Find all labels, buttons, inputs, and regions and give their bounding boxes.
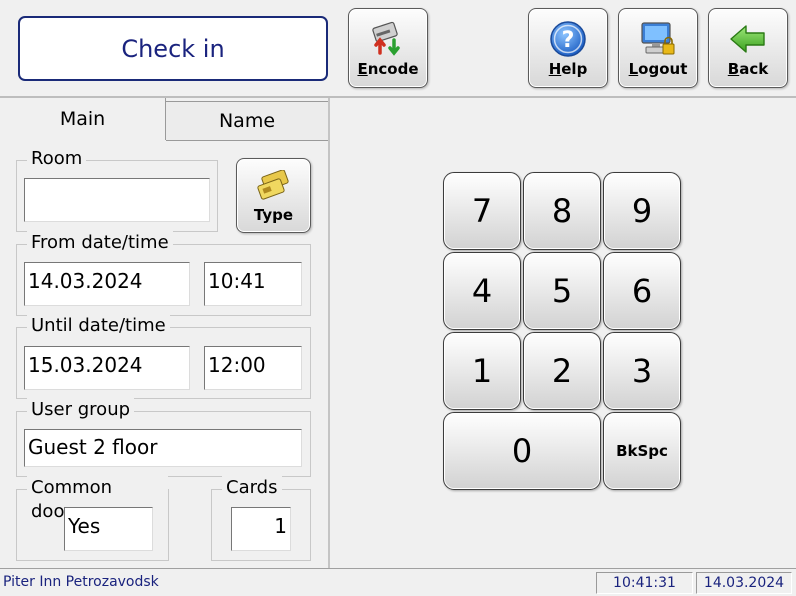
key-4[interactable]: 4 xyxy=(443,252,521,330)
help-button[interactable]: ? Help xyxy=(528,8,608,88)
type-button-label: Type xyxy=(253,206,294,224)
help-question-icon: ? xyxy=(550,21,586,57)
from-date-input[interactable]: 14.03.2024 xyxy=(24,262,190,306)
user-group-label: User group xyxy=(27,398,135,422)
from-time-input[interactable]: 10:41 xyxy=(204,262,302,306)
back-button[interactable]: Back xyxy=(708,8,788,88)
back-arrow-icon xyxy=(730,25,765,53)
svg-text:?: ? xyxy=(562,28,575,53)
page-title-text: Check in xyxy=(121,34,225,63)
key-backspace[interactable]: BkSpc xyxy=(603,412,681,490)
user-group-select[interactable]: Guest 2 floor xyxy=(24,429,302,467)
status-bar: Piter Inn Petrozavodsk 10:41:31 14.03.20… xyxy=(0,568,796,596)
status-time-text: 10:41:31 xyxy=(613,575,676,591)
help-button-label: Help xyxy=(548,60,588,78)
key-5[interactable]: 5 xyxy=(523,252,601,330)
cards-label: Cards xyxy=(222,476,282,500)
room-input[interactable] xyxy=(24,178,210,222)
back-button-label: Back xyxy=(727,60,769,78)
key-0[interactable]: 0 xyxy=(443,412,601,490)
until-time-input[interactable]: 12:00 xyxy=(204,346,302,390)
key-3[interactable]: 3 xyxy=(603,332,681,410)
status-date: 14.03.2024 xyxy=(696,572,792,594)
tab-name-label: Name xyxy=(218,110,276,132)
logout-button-label: Logout xyxy=(628,60,688,78)
logout-computer-lock-icon xyxy=(641,22,675,55)
until-datetime-label: Until date/time xyxy=(27,314,170,338)
tab-name[interactable]: Name xyxy=(166,101,328,141)
encode-button[interactable]: Encode xyxy=(348,8,428,88)
room-label: Room xyxy=(27,147,87,171)
status-hotel-name: Piter Inn Petrozavodsk xyxy=(3,574,159,590)
from-datetime-label: From date/time xyxy=(27,231,173,255)
tab-main-label: Main xyxy=(59,108,106,130)
key-8[interactable]: 8 xyxy=(523,172,601,250)
type-button[interactable]: Type xyxy=(236,158,311,233)
encode-card-icon xyxy=(372,21,400,56)
common-doors-select[interactable]: Yes xyxy=(64,507,153,551)
key-9[interactable]: 9 xyxy=(603,172,681,250)
cards-icon xyxy=(256,170,289,200)
key-1[interactable]: 1 xyxy=(443,332,521,410)
status-date-text: 14.03.2024 xyxy=(703,575,785,591)
status-time: 10:41:31 xyxy=(596,572,693,594)
logout-button[interactable]: Logout xyxy=(618,8,698,88)
tab-main[interactable]: Main xyxy=(0,98,166,140)
key-7[interactable]: 7 xyxy=(443,172,521,250)
until-date-input[interactable]: 15.03.2024 xyxy=(24,346,190,390)
key-6[interactable]: 6 xyxy=(603,252,681,330)
cards-input[interactable]: 1 xyxy=(231,507,291,551)
key-2[interactable]: 2 xyxy=(523,332,601,410)
page-title: Check in xyxy=(18,16,328,81)
encode-button-label: Encode xyxy=(357,60,419,78)
